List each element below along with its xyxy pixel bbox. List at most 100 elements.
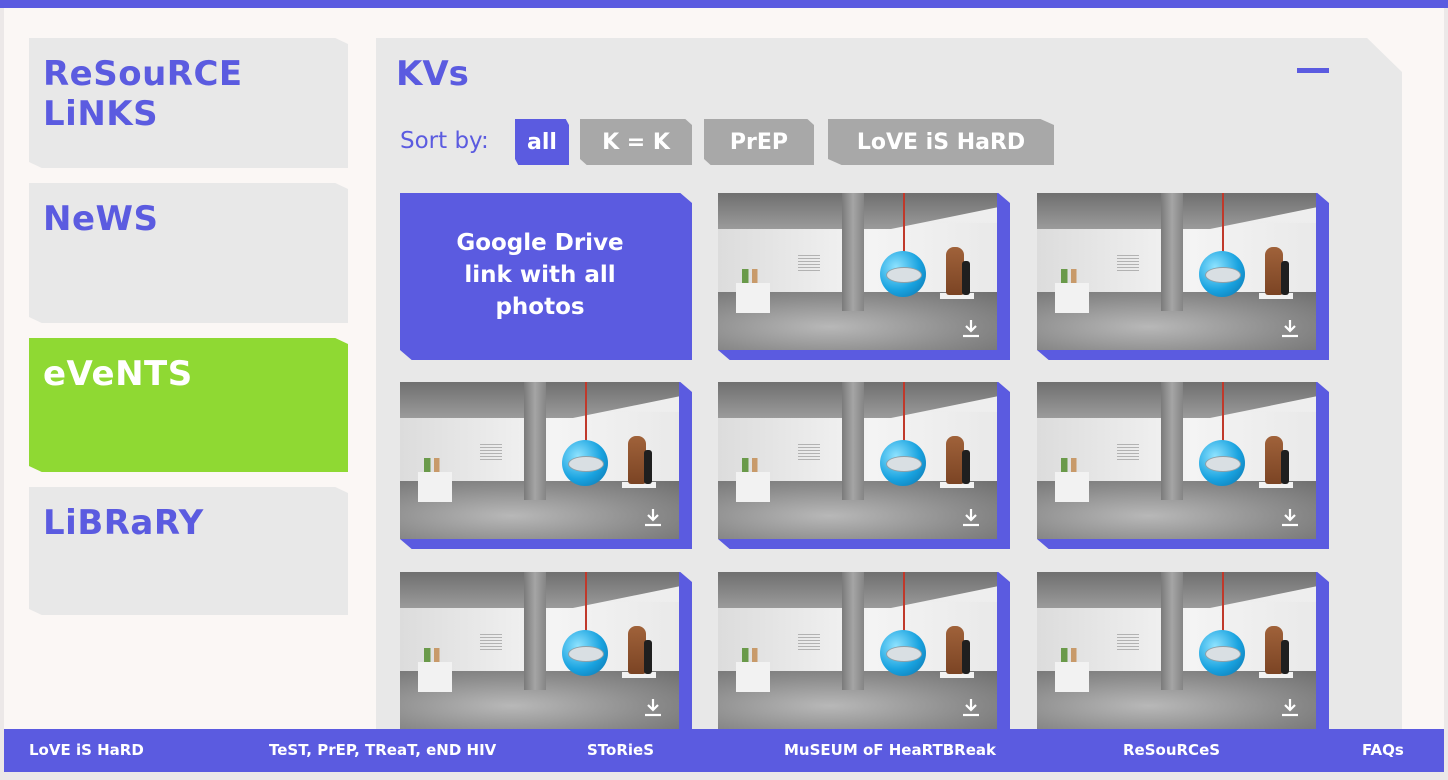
dolphin-sculpture: [1205, 456, 1241, 472]
small-figurines: [742, 269, 764, 283]
sidebar-item-label: LiBRaRY: [43, 503, 204, 543]
small-figurines: [1061, 269, 1083, 283]
small-figurines: [424, 458, 446, 472]
pedestal: [418, 472, 452, 502]
kv-photo-tile[interactable]: [1037, 572, 1329, 739]
sidebar-item-label: NeWS: [43, 199, 159, 239]
dolphin-sculpture: [1205, 646, 1241, 662]
footer-link-stories[interactable]: SToRieS: [587, 741, 654, 759]
pedestal: [1055, 472, 1089, 502]
pillar: [524, 382, 546, 500]
sidebar-item-library[interactable]: LiBRaRY: [29, 487, 348, 615]
kv-photo-tile[interactable]: [718, 193, 1010, 360]
pedestal: [418, 662, 452, 692]
red-rope: [1222, 572, 1224, 632]
pedestal: [1055, 662, 1089, 692]
wall-text: [480, 634, 502, 652]
kv-photo: [400, 572, 679, 729]
pedestal: [736, 662, 770, 692]
footer-link-museum-of-heartbreak[interactable]: MuSEUM oF HeaRTBReak: [784, 741, 996, 759]
download-icon[interactable]: [1280, 697, 1300, 717]
sidebar-item-label: ReSouRCE LiNKS: [43, 54, 243, 134]
wall-text: [1117, 255, 1139, 273]
kv-photo: [400, 382, 679, 539]
kv-photo-tile[interactable]: [1037, 193, 1329, 360]
wall-text: [798, 255, 820, 273]
filter-chip-love-is-hard[interactable]: LoVE iS HaRD: [828, 119, 1054, 165]
red-rope: [1222, 193, 1224, 253]
man-figure: [1281, 450, 1289, 484]
download-icon[interactable]: [961, 318, 981, 338]
download-icon[interactable]: [643, 507, 663, 527]
pillar: [1161, 572, 1183, 690]
filter-chip-all[interactable]: all: [515, 119, 569, 165]
kv-photo-tile[interactable]: [400, 382, 692, 549]
kvs-panel: KVs Sort by: all K = K PrEP LoVE iS HaRD…: [376, 38, 1402, 738]
pillar: [842, 382, 864, 500]
man-figure: [962, 450, 970, 484]
pillar: [842, 572, 864, 690]
red-rope: [903, 382, 905, 442]
kv-photo-tile[interactable]: [400, 572, 692, 739]
dolphin-sculpture: [1205, 267, 1241, 283]
footer-nav: LoVE iS HaRD TeST, PrEP, TReaT, eND HIV …: [4, 729, 1444, 772]
pedestal: [1055, 283, 1089, 313]
kv-photo-tile[interactable]: [1037, 382, 1329, 549]
panel-title: KVs: [396, 54, 469, 94]
red-rope: [585, 382, 587, 442]
pillar: [524, 572, 546, 690]
google-drive-link-text: Google Drive link with all photos: [456, 230, 624, 320]
small-figurines: [742, 458, 764, 472]
sidebar-item-news[interactable]: NeWS: [29, 183, 348, 323]
frame-left: [0, 8, 4, 780]
kv-photo: [1037, 572, 1316, 729]
wall-text: [798, 444, 820, 462]
kv-photo: [718, 193, 997, 350]
kv-photo-tile[interactable]: [718, 382, 1010, 549]
dolphin-sculpture: [568, 456, 604, 472]
pillar: [1161, 382, 1183, 500]
footer-link-resources[interactable]: ReSouRCeS: [1123, 741, 1220, 759]
footer-link-faqs[interactable]: FAQs: [1362, 741, 1404, 759]
dolphin-sculpture: [886, 456, 922, 472]
man-figure: [962, 261, 970, 295]
download-icon[interactable]: [1280, 507, 1300, 527]
kv-photo: [1037, 193, 1316, 350]
frame-right: [1444, 8, 1448, 780]
download-icon[interactable]: [961, 697, 981, 717]
sidebar-item-resource-links[interactable]: ReSouRCE LiNKS: [29, 38, 348, 168]
download-icon[interactable]: [1280, 318, 1300, 338]
download-icon[interactable]: [961, 507, 981, 527]
sidebar-item-label: eVeNTS: [43, 354, 193, 394]
kv-photo: [1037, 382, 1316, 539]
kv-photo: [718, 572, 997, 729]
wall-text: [1117, 634, 1139, 652]
pillar: [1161, 193, 1183, 311]
small-figurines: [424, 648, 446, 662]
top-accent-bar: [0, 0, 1448, 8]
download-icon[interactable]: [643, 697, 663, 717]
red-rope: [1222, 382, 1224, 442]
small-figurines: [1061, 458, 1083, 472]
man-figure: [962, 640, 970, 674]
pedestal: [736, 472, 770, 502]
man-figure: [1281, 640, 1289, 674]
pillar: [842, 193, 864, 311]
red-rope: [585, 572, 587, 632]
filter-chip-prep[interactable]: PrEP: [704, 119, 814, 165]
sidebar-item-events[interactable]: eVeNTS: [29, 338, 348, 472]
dolphin-sculpture: [886, 646, 922, 662]
filter-chip-k-equals-k[interactable]: K = K: [580, 119, 692, 165]
bottom-frame: [0, 772, 1448, 780]
kv-photo-tile[interactable]: [718, 572, 1010, 739]
wall-text: [480, 444, 502, 462]
footer-link-love-is-hard[interactable]: LoVE iS HaRD: [29, 741, 144, 759]
google-drive-link-tile[interactable]: Google Drive link with all photos: [400, 193, 692, 360]
footer-link-test-prep-treat[interactable]: TeST, PrEP, TReaT, eND HIV: [269, 741, 496, 759]
small-figurines: [1061, 648, 1083, 662]
wall-text: [1117, 444, 1139, 462]
sort-label: Sort by:: [400, 128, 489, 154]
man-figure: [644, 640, 652, 674]
small-figurines: [742, 648, 764, 662]
minus-icon[interactable]: [1297, 68, 1329, 73]
